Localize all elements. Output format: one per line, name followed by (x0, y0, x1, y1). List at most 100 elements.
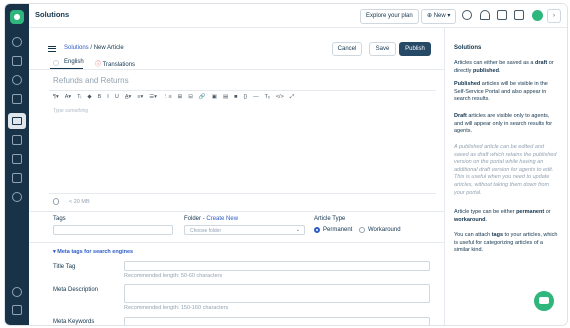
help-text: Articles can either be saved as a (454, 60, 536, 66)
toolbar-button[interactable]: ⤢ (290, 94, 294, 101)
attachment-size-limit: < 20 MB (69, 198, 90, 205)
help-text-bold: Draft (454, 113, 467, 119)
warning-icon: ⓘ (95, 62, 102, 68)
toolbar-button[interactable]: ≡▾ (137, 94, 143, 100)
article-body-editor[interactable]: Type something (53, 108, 88, 114)
meta-description-input[interactable] (124, 284, 430, 303)
new-button[interactable]: ⊕ New ▾ (421, 9, 457, 24)
meta-keywords-input[interactable] (124, 317, 430, 325)
divider (29, 242, 444, 243)
search-icon[interactable] (462, 10, 472, 20)
meta-tags-toggle[interactable]: ▾ Meta tags for search engines (53, 249, 133, 255)
sidebar (5, 4, 29, 325)
chevron-down-icon: ▾ (447, 13, 451, 19)
title-tag-hint: Recommended length: 50-60 characters (124, 273, 223, 279)
toolbar-button[interactable]: ▣ (212, 94, 217, 100)
toolbar-button[interactable]: A̲▾ (125, 94, 131, 100)
help-panel-title: Solutions (454, 45, 482, 51)
folder-label-text: Folder (184, 216, 202, 222)
divider (29, 69, 444, 70)
help-icon[interactable] (12, 37, 22, 47)
share-icon[interactable] (497, 10, 507, 20)
help-text-article-type: Article type can be either permanent or … (454, 209, 560, 224)
meta-description-hint: Recommended length: 150-160 characters (124, 305, 229, 311)
title-tag-input[interactable] (124, 261, 430, 271)
toolbar-button[interactable]: U (115, 94, 119, 100)
help-text-bold: Published (454, 81, 481, 87)
logo-icon[interactable] (10, 10, 24, 24)
save-button[interactable]: Save (369, 42, 396, 56)
top-bar: Solutions Explore your plan ⊕ New ▾ › (29, 4, 567, 28)
meta-keywords-label: Meta Keywords (53, 319, 95, 325)
workaround-radio[interactable] (359, 227, 365, 233)
permanent-radio[interactable] (314, 227, 320, 233)
toolbar-button[interactable]: Tᵢ (77, 94, 81, 100)
help-text: . (485, 216, 488, 223)
formatting-toolbar: ¶▾ A▾ Tᵢ ◆ B I U A̲▾ ≡▾ ☰▾ ⋮≡ ⊞ ⊟ 🔗 ▣ ▤ ■ {} — Tₓ </> ⤢ (53, 94, 300, 101)
chevron-down-icon: ⌄ (295, 227, 300, 233)
chat-widget-icon[interactable] (534, 291, 554, 311)
article-title-input[interactable]: Refunds and Returns (53, 76, 129, 85)
english-indicator (53, 60, 59, 66)
avatar[interactable] (532, 10, 543, 21)
toolbar-button[interactable]: B (98, 94, 102, 100)
toolbar-button[interactable]: ⊟ (188, 94, 193, 100)
toolbar-button[interactable]: 🔗 (199, 94, 206, 100)
solutions-icon[interactable] (8, 113, 26, 129)
help-text: . (498, 67, 501, 74)
help-text-edit-published: A published article can be edited and sa… (454, 144, 557, 196)
toolbar-button[interactable]: ▤ (223, 94, 228, 100)
breadcrumb-separator: / (90, 45, 93, 51)
explore-plan-button[interactable]: Explore your plan (360, 9, 419, 24)
new-button-label: New (433, 13, 446, 19)
toolbar-button[interactable]: — (253, 94, 259, 100)
article-editor: Solutions / New Article Cancel Save Publ… (29, 28, 444, 325)
admin-icon[interactable] (12, 192, 22, 202)
workaround-label[interactable]: Workaround (368, 227, 401, 233)
breadcrumb-solutions-link[interactable]: Solutions (64, 45, 89, 51)
toolbar-button[interactable]: A▾ (65, 94, 71, 100)
alert-icon[interactable] (12, 94, 22, 104)
title-tag-label: Title Tag (53, 264, 76, 270)
toolbar-button[interactable]: ⊞ (178, 94, 183, 100)
tab-translations[interactable]: ⓘ Translations (95, 59, 135, 68)
publish-button[interactable]: Publish (399, 42, 431, 56)
cancel-button[interactable]: Cancel (332, 42, 362, 56)
reports-icon[interactable] (12, 173, 22, 183)
toolbar-button[interactable]: ¶▾ (53, 94, 59, 100)
collapse-panel-button[interactable]: › (547, 9, 561, 23)
apps-icon[interactable] (12, 305, 22, 315)
help-text-published: Published articles will be visible in th… (454, 81, 560, 104)
tags-input[interactable] (53, 225, 173, 235)
chat-icon[interactable] (12, 154, 22, 164)
paperclip-icon[interactable] (53, 198, 59, 205)
help-text: Article type can be either (454, 209, 517, 215)
refresh-icon[interactable] (514, 10, 524, 20)
toolbar-button[interactable]: ☰▾ (149, 94, 157, 100)
folder-select-placeholder: Choose folder (190, 227, 222, 234)
tab-english[interactable]: English (64, 59, 84, 65)
bell-icon[interactable] (480, 10, 490, 20)
toolbar-button[interactable]: ■ (234, 94, 237, 100)
toolbar-button[interactable]: </> (276, 94, 284, 100)
meta-description-label: Meta Description (53, 287, 99, 293)
folder-label: Folder - Create New (184, 216, 238, 222)
help-text-bold: workaround (454, 216, 486, 223)
feedback-icon[interactable] (12, 287, 22, 297)
tickets-icon[interactable] (12, 135, 22, 145)
contacts-icon[interactable] (12, 75, 22, 85)
inbox-icon[interactable] (12, 56, 22, 66)
help-text-bold: tags (491, 232, 504, 238)
toolbar-button[interactable]: ⋮≡ (163, 94, 172, 100)
create-folder-link[interactable]: Create New (206, 216, 238, 222)
attachment-area[interactable]: < 20 MB (53, 198, 90, 205)
menu-icon[interactable] (48, 46, 56, 52)
folder-select[interactable]: Choose folder ⌄ (184, 225, 305, 235)
page-title: Solutions (35, 10, 70, 19)
permanent-label[interactable]: Permanent (323, 227, 352, 233)
toolbar-button[interactable]: I (107, 94, 109, 100)
toolbar-button[interactable]: ◆ (87, 94, 91, 100)
help-text: or (544, 209, 551, 215)
toolbar-button[interactable]: Tₓ (265, 94, 270, 100)
toolbar-button[interactable]: {} (243, 94, 247, 100)
